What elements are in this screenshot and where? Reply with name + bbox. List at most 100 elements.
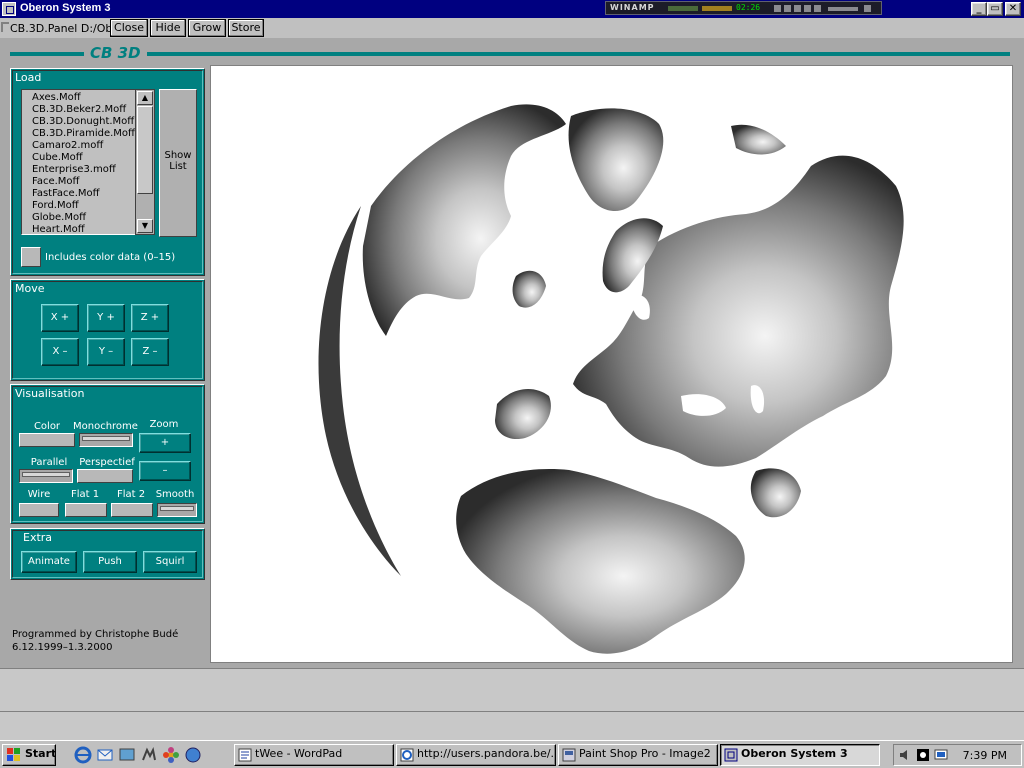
monochrome-label: Monochrome [73, 421, 138, 432]
scroll-thumb[interactable] [137, 106, 153, 194]
mediterranean-sea-shape [539, 436, 644, 467]
flower-app-icon[interactable] [162, 746, 180, 764]
viewer-name[interactable]: CB.3D.Panel D:/Obe [10, 22, 110, 35]
winamp-pause-button[interactable] [794, 5, 801, 12]
animate-button[interactable]: Animate [21, 551, 77, 573]
show-desktop-icon[interactable] [118, 746, 136, 764]
panel-title: CB 3D [84, 44, 147, 62]
wire-label: Wire [27, 489, 51, 500]
list-item[interactable]: Heart.Moff [32, 224, 85, 234]
y-plus-button[interactable]: Y + [87, 304, 125, 332]
list-item[interactable]: CB.3D.Beker2.Moff [32, 104, 126, 115]
close-button[interactable]: ✕ [1005, 2, 1021, 16]
scroll-down-icon[interactable]: ▼ [137, 219, 153, 233]
volume-icon[interactable] [898, 748, 912, 762]
cb3d-panel: CB 3D Load Axes.Moff CB.3D.Beker2.Moff C… [0, 38, 1024, 668]
list-item[interactable]: Ford.Moff [32, 200, 79, 211]
arctic-islands-shape [731, 124, 786, 155]
wire-render-button[interactable] [19, 503, 59, 517]
z-plus-button[interactable]: Z + [131, 304, 169, 332]
viewer-hide-button[interactable]: Hide [150, 19, 186, 37]
monochrome-mode-button[interactable] [79, 433, 133, 447]
squirl-button[interactable]: Squirl [143, 551, 197, 573]
task-oberon-system[interactable]: Oberon System 3 [720, 744, 880, 766]
show-list-button[interactable]: Show List [159, 89, 197, 237]
iberia-shape [495, 389, 551, 440]
list-item[interactable]: Cube.Moff [32, 152, 83, 163]
viewer-close-button[interactable]: Close [110, 19, 148, 37]
maximize-button[interactable]: ▭ [987, 2, 1003, 16]
x-minus-button[interactable]: X – [41, 338, 79, 366]
winamp-quicklaunch-icon[interactable] [140, 746, 158, 764]
viewer-store-button[interactable]: Store [228, 19, 264, 37]
window-title: Oberon System 3 [20, 2, 111, 14]
app-icon[interactable] [2, 2, 16, 16]
extra-panel-title: Extra [23, 531, 53, 544]
flat2-render-button[interactable] [111, 503, 153, 517]
minimize-button[interactable]: _ [971, 2, 987, 16]
british-isles-shape [512, 270, 546, 308]
perspectief-mode-button[interactable] [77, 469, 133, 483]
taskbar: Start tWee - WordPad http://users.pandor… [0, 740, 1024, 768]
task-browser[interactable]: http://users.pandora.be/... [396, 744, 556, 766]
winamp-minibar[interactable]: WINAMP 02:26 [605, 1, 882, 15]
winamp-eq-bar [702, 6, 732, 11]
visualisation-panel-title: Visualisation [15, 387, 85, 400]
lower-viewer-area[interactable] [0, 668, 1024, 740]
arabia-shape [750, 468, 801, 518]
credit-author: Programmed by Christophe Budé [12, 629, 179, 640]
list-item[interactable]: CB.3D.Piramide.Moff [32, 128, 135, 139]
list-item[interactable]: Enterprise3.moff [32, 164, 116, 175]
file-list-scrollbar[interactable]: ▲ ▼ [135, 89, 155, 235]
list-item[interactable]: Axes.Moff [32, 92, 81, 103]
move-panel: Move X + Y + Z + X – Y – Z – [10, 279, 205, 381]
winamp-next-button[interactable] [814, 5, 821, 12]
smooth-render-button[interactable] [157, 503, 197, 517]
tray-app-icon[interactable] [916, 748, 930, 762]
visualisation-panel: Visualisation Color Monochrome Zoom + Pa… [10, 384, 205, 524]
list-item[interactable]: CB.3D.Donught.Moff [32, 116, 134, 127]
start-button[interactable]: Start [2, 744, 56, 766]
clock[interactable]: 7:39 PM [963, 749, 1007, 762]
push-button[interactable]: Push [83, 551, 137, 573]
x-plus-button[interactable]: X + [41, 304, 79, 332]
globe-app-icon[interactable] [184, 746, 202, 764]
flat1-label: Flat 1 [70, 489, 100, 500]
task-wordpad[interactable]: tWee - WordPad [234, 744, 394, 766]
y-minus-button[interactable]: Y – [87, 338, 125, 366]
flat2-label: Flat 2 [116, 489, 146, 500]
outlook-express-icon[interactable] [96, 746, 114, 764]
flat1-render-button[interactable] [65, 503, 107, 517]
winamp-volume-slider[interactable] [828, 7, 858, 11]
list-item[interactable]: Globe.Moff [32, 212, 86, 223]
winamp-play-button[interactable] [784, 5, 791, 12]
browser-icon [400, 748, 414, 762]
header-rule [10, 52, 1010, 56]
africa-shape [456, 469, 745, 654]
winamp-close-button[interactable] [864, 5, 871, 12]
render-viewport[interactable] [210, 65, 1013, 663]
viewer-resize-icon[interactable] [1, 22, 9, 32]
network-icon[interactable] [934, 748, 948, 762]
window-title-bar[interactable]: Oberon System 3 WINAMP 02:26 _ ▭ ✕ [0, 0, 1024, 18]
file-list[interactable]: Axes.Moff CB.3D.Beker2.Moff CB.3D.Donugh… [21, 89, 145, 235]
color-data-checkbox[interactable] [21, 247, 41, 267]
greenland-shape [568, 108, 664, 212]
scroll-up-icon[interactable]: ▲ [137, 91, 153, 105]
color-mode-button[interactable] [19, 433, 75, 447]
task-paint-shop-pro[interactable]: Paint Shop Pro - Image2 [558, 744, 718, 766]
zoom-out-button[interactable]: – [139, 461, 191, 481]
winamp-stop-button[interactable] [804, 5, 811, 12]
zoom-in-button[interactable]: + [139, 433, 191, 453]
list-item[interactable]: Face.Moff [32, 176, 79, 187]
credit-text: Programmed by Christophe Budé 6.12.1999–… [12, 628, 178, 654]
parallel-mode-button[interactable] [19, 469, 73, 483]
color-label: Color [33, 421, 61, 432]
list-item[interactable]: FastFace.Moff [32, 188, 100, 199]
z-minus-button[interactable]: Z – [131, 338, 169, 366]
task-label: http://users.pandora.be/... [417, 747, 556, 760]
viewer-grow-button[interactable]: Grow [188, 19, 226, 37]
list-item[interactable]: Camaro2.moff [32, 140, 103, 151]
winamp-prev-button[interactable] [774, 5, 781, 12]
internet-explorer-icon[interactable] [74, 746, 92, 764]
